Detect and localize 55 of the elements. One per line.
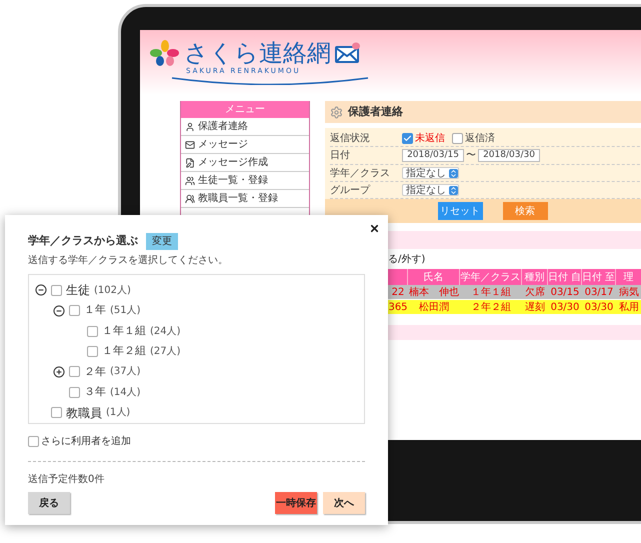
form-label: グループ: [330, 184, 372, 198]
tree-item-count: (24人): [150, 324, 181, 339]
table-cell-text: 03/17: [584, 286, 614, 299]
table-cell-text: 病気: [618, 286, 640, 299]
tree-item-count: (51人): [110, 304, 141, 318]
table-note: る/外す): [388, 252, 426, 266]
menu-item[interactable]: メッセージ作成: [181, 154, 309, 172]
tree-item-label: ２年: [84, 364, 106, 380]
table-cell-text: 365: [388, 300, 408, 314]
scheduled-count: 送信予定件数0件: [28, 472, 106, 487]
table-cell-text: 22: [390, 286, 406, 299]
save-button[interactable]: 一時保存: [275, 492, 317, 514]
menu-title: メニュー: [181, 101, 309, 118]
tree-item-count: (37人): [110, 365, 141, 380]
form-label: 学年／クラス: [330, 166, 391, 180]
checkbox-label: 未返信: [415, 132, 445, 146]
tree-item-label: 教職員: [66, 404, 102, 422]
panel-title: 保護者連絡: [348, 104, 403, 120]
date-separator: 〜: [465, 149, 477, 163]
table-cell-text: 欠席: [524, 286, 546, 299]
next-button[interactable]: 次へ: [323, 492, 365, 514]
dialog-description: 送信する学年／クラスを選択してください。: [28, 254, 229, 268]
table-cell-text: 遅刻: [524, 300, 546, 314]
logo-title: さくら連絡網: [184, 41, 331, 66]
table-cell-text: 松田潤: [418, 300, 450, 314]
tree-item-count: (27人): [150, 344, 181, 359]
table-cell-text: 03/30: [584, 300, 614, 314]
tree-item-count: (1人): [106, 406, 130, 420]
date-input[interactable]: 2018/03/15: [402, 149, 464, 162]
form-label: 返信状況: [330, 132, 371, 146]
tree-item-count: (102人): [94, 284, 131, 298]
back-button[interactable]: 戻る: [28, 492, 70, 514]
menu-item[interactable]: 生徒一覧・登録: [181, 172, 309, 190]
tree-item-label: 生徒: [66, 282, 90, 300]
table-cell-text: 03/30: [550, 300, 580, 314]
table-cell-text: 私用: [618, 300, 640, 314]
table-cell-text: 03/15: [550, 286, 580, 299]
tree-item-label: １年１組: [102, 322, 146, 339]
menu-item[interactable]: 保護者連絡: [181, 118, 309, 136]
change-button[interactable]: 変更: [146, 233, 178, 250]
tree-item-count: (14人): [110, 386, 141, 400]
checkbox-label: 返信済: [465, 132, 495, 146]
date-input[interactable]: 2018/03/30: [478, 149, 540, 162]
dialog-title: 学年／クラスから選ぶ: [28, 233, 138, 250]
select-dropdown[interactable]: 指定なし: [402, 184, 459, 196]
table-cell-text: 楠本 伸也: [408, 286, 460, 299]
checkbox-label: さらに利用者を追加: [41, 434, 131, 449]
tree-item-label: １年: [84, 302, 106, 318]
select-dropdown[interactable]: 指定なし: [402, 167, 459, 179]
menu-item[interactable]: 教職員一覧・登録: [181, 190, 309, 208]
tree-item-label: １年２組: [102, 343, 146, 360]
form-label: 日付: [330, 149, 351, 163]
tree-item-label: ３年: [84, 384, 106, 400]
table-cell-text: ２年２組: [470, 300, 512, 314]
table-cell-text: １年１組: [470, 286, 512, 299]
